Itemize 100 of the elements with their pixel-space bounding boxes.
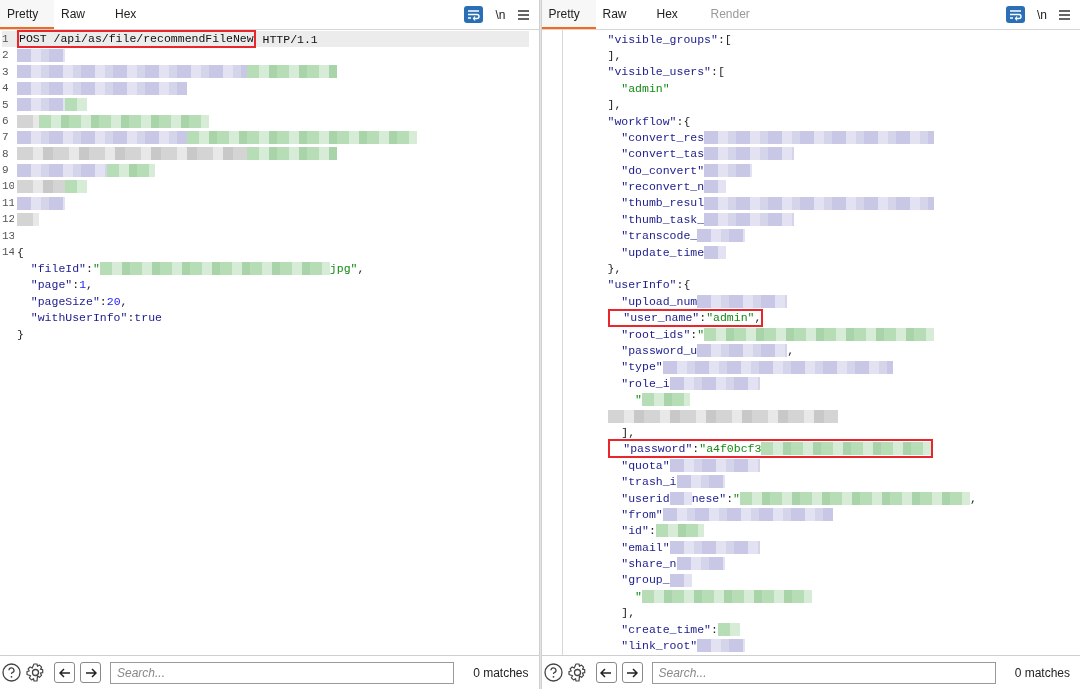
- code-text: "admin": [620, 80, 670, 97]
- match-count: 0 matches: [473, 664, 529, 682]
- code-text: "visible_groups":[: [607, 31, 732, 48]
- redacted-block: [17, 213, 39, 226]
- menu-icon[interactable]: [517, 9, 529, 20]
- view-tab[interactable]: Hex: [108, 0, 162, 29]
- redacted-block: [697, 639, 746, 653]
- redacted-block: [669, 573, 692, 587]
- code-text: "thumb_task_: [620, 211, 705, 228]
- code-text: ": [634, 392, 642, 409]
- newline-toggle[interactable]: \n: [1037, 5, 1047, 24]
- redacted-block: [717, 622, 740, 636]
- redacted-block: [704, 163, 753, 177]
- redacted-block: [697, 229, 746, 243]
- redacted-block: [17, 196, 65, 210]
- previous-button[interactable]: [54, 662, 75, 683]
- line-number: 4: [2, 81, 10, 97]
- code-text: ,: [969, 490, 977, 507]
- match-count: 0 matches: [1014, 664, 1070, 682]
- line-number: 13: [2, 228, 14, 244]
- left-arrow-icon: [600, 667, 612, 678]
- code-text: "reconvert_n: [620, 179, 705, 196]
- code-text: ": [634, 588, 642, 605]
- code-text: "create_time":: [620, 621, 718, 638]
- redacted-block: [17, 49, 65, 63]
- code-text: }: [17, 326, 24, 343]
- code-text: "user_name":"admin",: [622, 311, 762, 324]
- code-text: "role_i: [620, 375, 670, 392]
- code-text: "email": [620, 539, 670, 556]
- settings-icon[interactable]: [26, 663, 45, 682]
- left-arrow-icon: [58, 667, 71, 678]
- redacted-block: [676, 475, 725, 489]
- code-text: "page":1,: [29, 277, 93, 294]
- search-field[interactable]: Search...: [110, 661, 455, 684]
- code-text: "userid: [620, 490, 670, 507]
- code-text: "from": [620, 506, 663, 523]
- line-number: 8: [2, 146, 10, 162]
- code-text: "type": [620, 359, 663, 376]
- line-number: 3: [2, 64, 10, 80]
- code-text: "convert_tas: [620, 146, 705, 163]
- code-text: "share_n: [620, 556, 677, 573]
- search-field[interactable]: Search...: [651, 661, 996, 684]
- help-icon[interactable]: [543, 663, 563, 682]
- code-text: "root_ids":": [620, 326, 705, 343]
- code-text: ],: [620, 424, 636, 441]
- line-number: 1: [2, 31, 10, 47]
- code-text: "visible_users":[: [607, 64, 725, 81]
- code-text: "convert_res: [620, 129, 705, 146]
- redacted-block: [676, 557, 725, 571]
- code-text: "fileId":": [29, 261, 100, 278]
- redacted-block: [669, 491, 692, 505]
- code-text: "userInfo":{: [607, 277, 691, 294]
- previous-button[interactable]: [595, 662, 617, 683]
- code-text: jpg",: [329, 261, 365, 278]
- code-text: {: [17, 244, 24, 261]
- view-tab[interactable]: Pretty: [541, 0, 596, 29]
- view-tab[interactable]: Hex: [649, 0, 704, 29]
- code-text: "update_time: [620, 244, 705, 261]
- newline-toggle[interactable]: \n: [495, 5, 506, 24]
- redacted-block: [704, 180, 727, 194]
- code-text: ,: [787, 343, 795, 359]
- code-text: "withUserInfo":true: [29, 310, 162, 327]
- code-text: "pageSize":20,: [29, 293, 128, 310]
- code-text: ],: [607, 47, 622, 64]
- code-text: nese":": [691, 490, 740, 507]
- code-text: "password":"a4f0bcf3: [622, 442, 762, 455]
- right-arrow-icon: [626, 667, 638, 678]
- code-text: "link_root": [620, 638, 698, 655]
- line-number: 10: [2, 179, 14, 195]
- redacted-block: [655, 524, 704, 538]
- code-text: "quota": [620, 457, 670, 474]
- code-text: POST /api/as/file/recommendFileNew: [19, 33, 254, 46]
- next-button[interactable]: [80, 662, 101, 683]
- code-text: HTTP/1.1: [261, 31, 318, 48]
- code-text: ],: [620, 605, 636, 622]
- line-number: 7: [2, 130, 10, 146]
- view-tab[interactable]: Pretty: [0, 0, 54, 29]
- code-text: "password_u: [620, 343, 698, 359]
- code-text: ],: [607, 97, 622, 114]
- wrap-icon[interactable]: [1006, 6, 1025, 23]
- view-tab[interactable]: Raw: [54, 0, 108, 29]
- line-number: 14: [2, 245, 14, 261]
- code-text: "do_convert": [620, 162, 705, 179]
- next-button[interactable]: [621, 662, 643, 683]
- code-text: },: [607, 261, 622, 278]
- view-tab[interactable]: Raw: [595, 0, 650, 29]
- line-number: 5: [2, 97, 10, 113]
- redacted-block: [642, 393, 690, 407]
- right-arrow-icon: [84, 667, 97, 678]
- menu-icon[interactable]: [1059, 9, 1070, 20]
- settings-icon[interactable]: [567, 663, 587, 682]
- redacted-block: [704, 245, 727, 259]
- line-number: 9: [2, 163, 10, 179]
- help-icon[interactable]: [2, 663, 21, 682]
- code-text: "transcode_: [620, 228, 698, 245]
- line-number: 2: [2, 48, 10, 64]
- code-text: "group_: [620, 572, 670, 589]
- code-text: "upload_num: [620, 293, 698, 310]
- line-number: 12: [2, 212, 14, 228]
- wrap-icon[interactable]: [464, 6, 484, 23]
